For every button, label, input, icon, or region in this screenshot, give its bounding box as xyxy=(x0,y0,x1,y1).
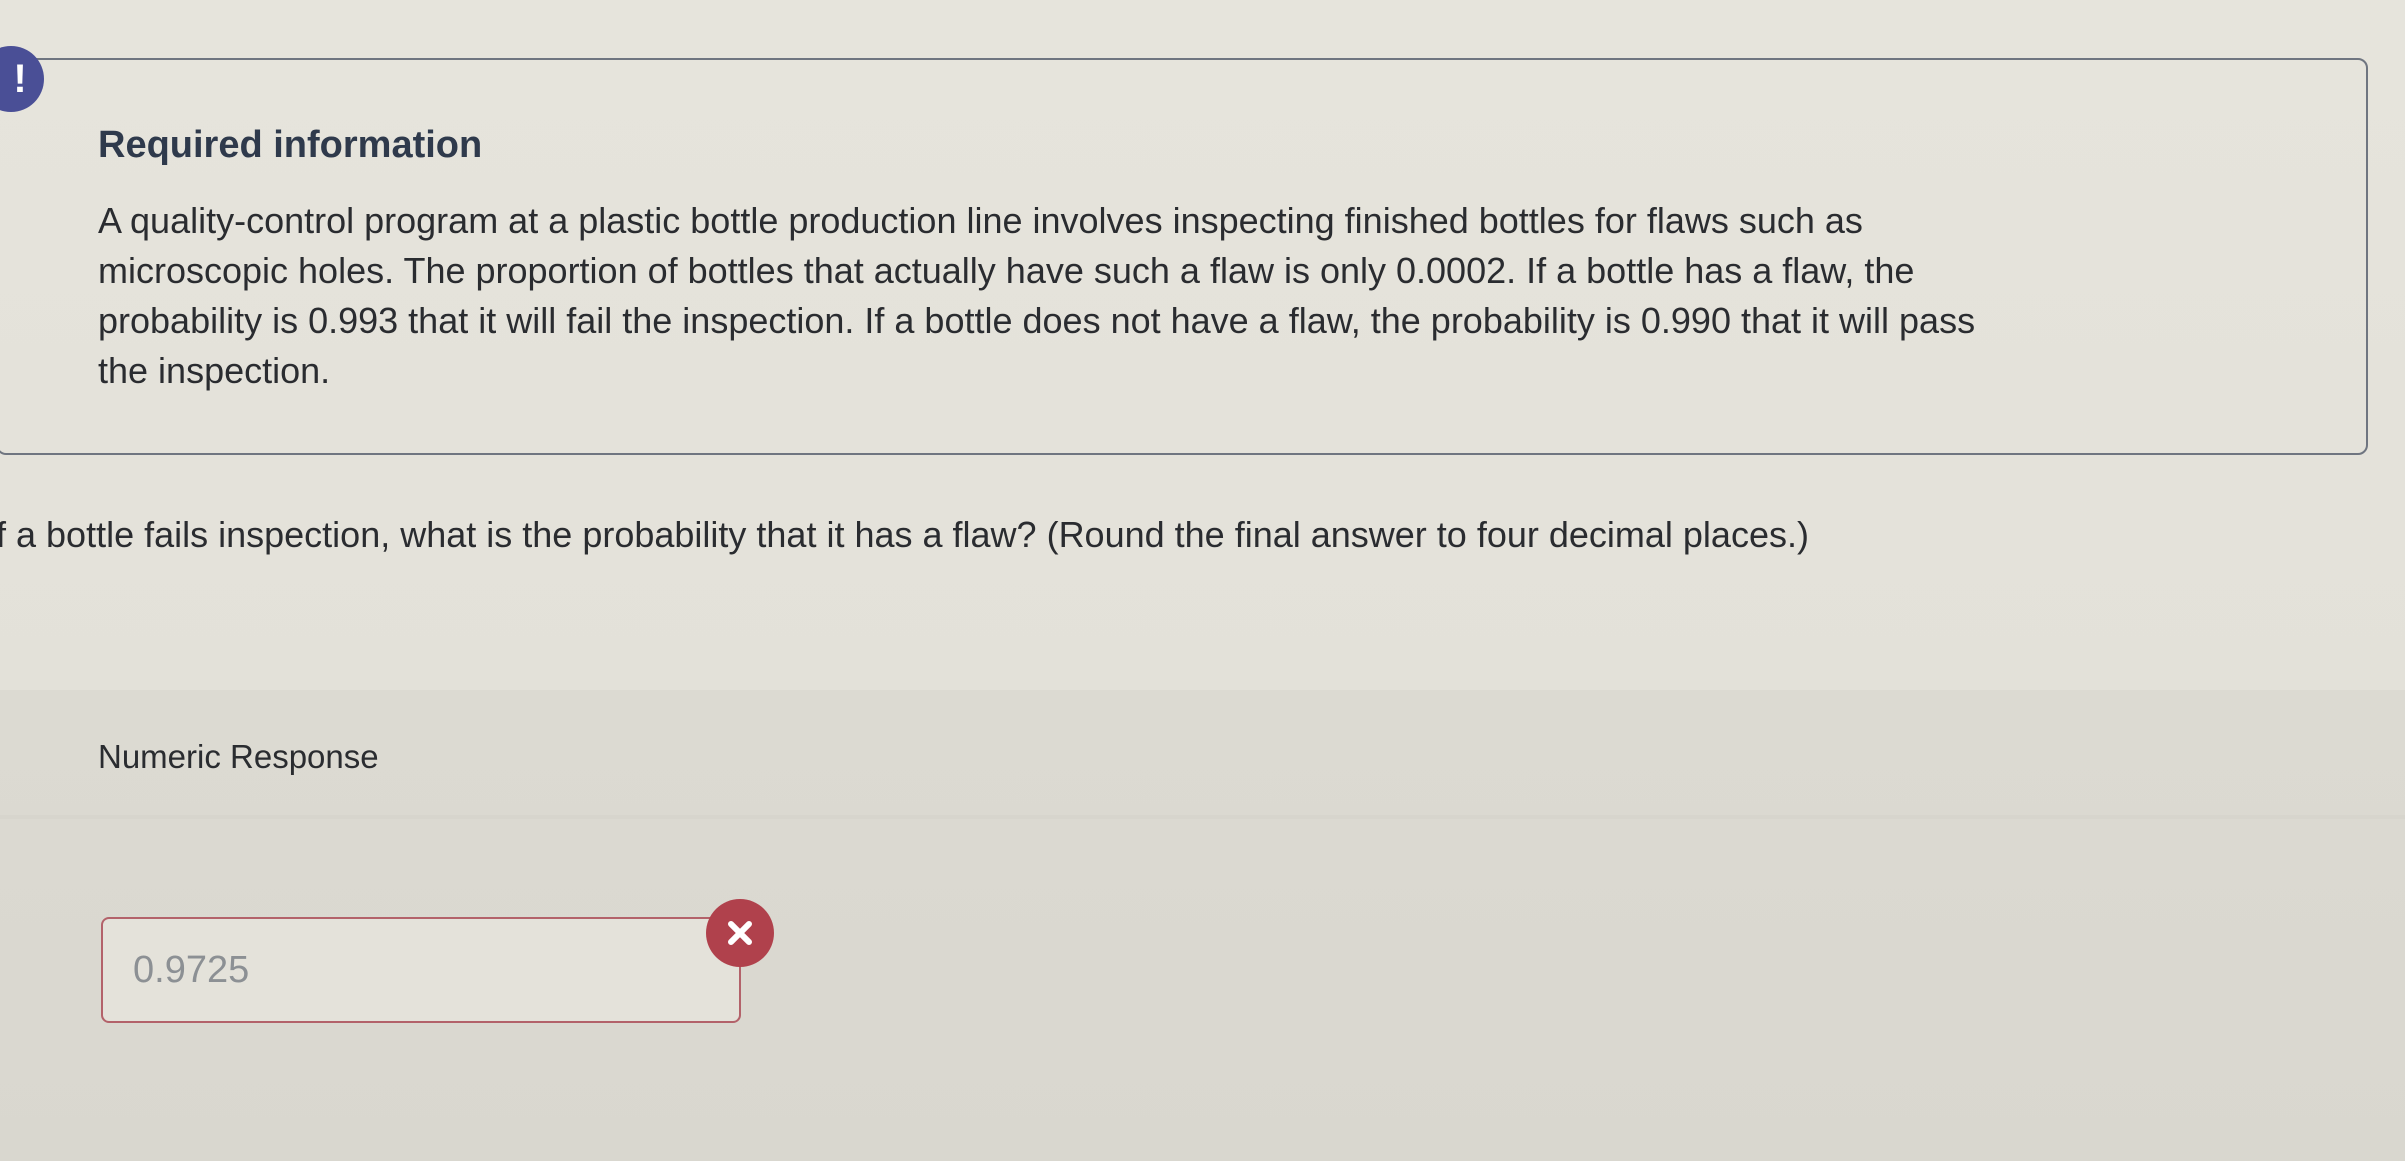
problem-statement-line: A quality-control program at a plastic b… xyxy=(98,200,1863,241)
numeric-response-label: Numeric Response xyxy=(98,738,379,775)
problem-statement-line: the inspection. xyxy=(98,350,331,391)
problem-statement: A quality-control program at a plastic b… xyxy=(98,196,2258,396)
problem-statement-line: microscopic holes. The proportion of bot… xyxy=(98,250,1915,291)
required-information-title: Required information xyxy=(98,124,483,166)
problem-statement-line: probability is 0.993 that it will fail t… xyxy=(98,300,1976,341)
incorrect-x-mark-icon xyxy=(706,899,774,967)
numeric-answer-input[interactable]: 0.9725 xyxy=(101,917,741,1023)
answer-value: 0.9725 xyxy=(133,948,250,991)
section-divider xyxy=(0,815,2405,819)
question-text: f a bottle fails inspection, what is the… xyxy=(0,514,1809,555)
